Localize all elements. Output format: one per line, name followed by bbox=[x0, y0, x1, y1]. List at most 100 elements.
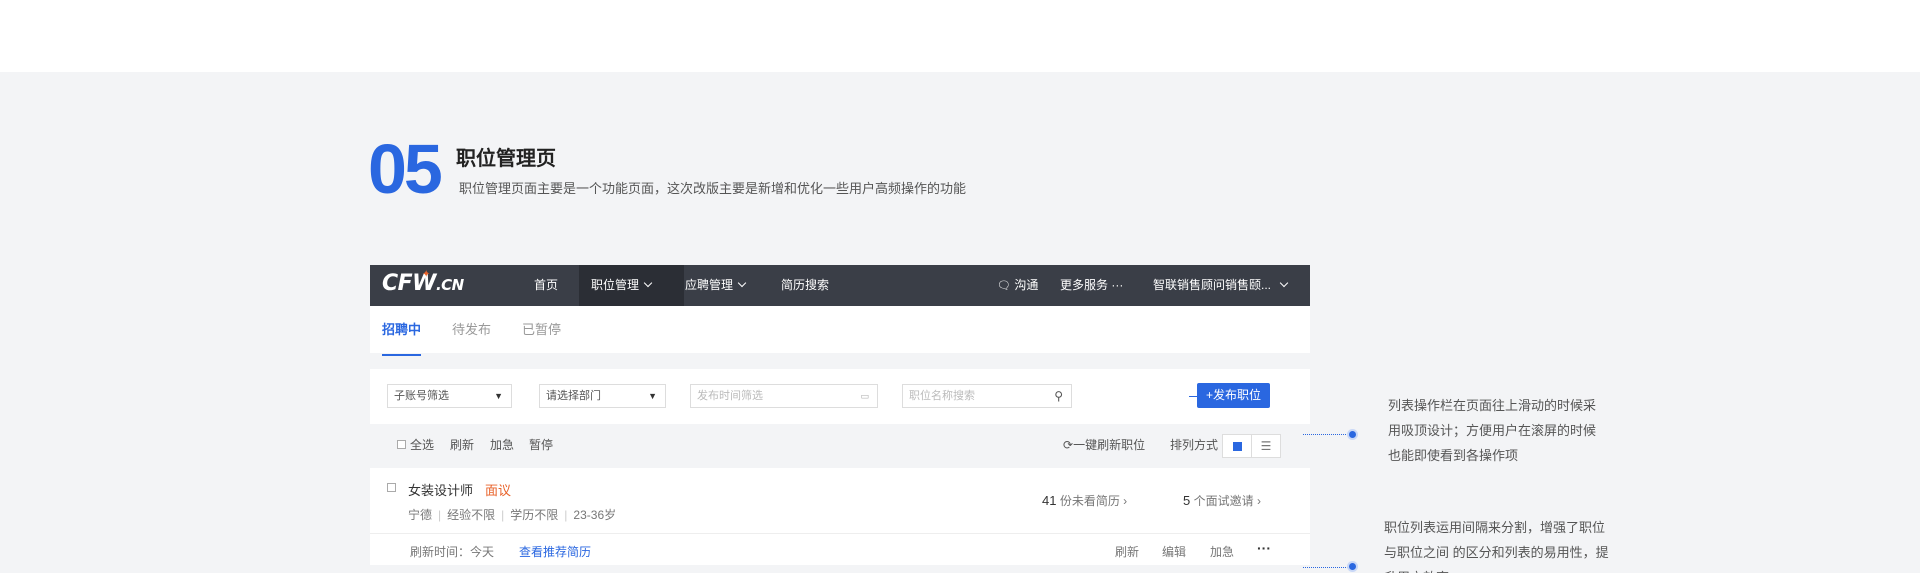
separator: | bbox=[501, 508, 505, 522]
separator: | bbox=[438, 508, 442, 522]
nav-user-menu[interactable]: 智联销售顾问销售颐... bbox=[1153, 265, 1289, 306]
job-checkbox[interactable] bbox=[387, 483, 396, 492]
search-icon[interactable]: ⚲ bbox=[1054, 385, 1063, 407]
nav-label: 首页 bbox=[534, 278, 559, 292]
list-action-bar: 全选 刷新 加急 暂停 ⟳一键刷新职位 排列方式 ☰ bbox=[370, 424, 1310, 466]
job-refresh-button[interactable]: 刷新 bbox=[1115, 543, 1139, 560]
bulk-pause-button[interactable]: 暂停 bbox=[529, 424, 553, 466]
view-recommended-link[interactable]: 查看推荐简历 bbox=[519, 543, 591, 560]
job-list-item[interactable]: 女装设计师 面议 宁德 | 经验不限 | 学历不限 | 23-36岁 41 份未看简历 › … bbox=[370, 468, 1310, 533]
top-nav: CFW.CN ✦ 首页 职位管理 应聘管理 简历搜索 🗨 沟通 更多服务 ···… bbox=[370, 265, 1310, 306]
job-search-input[interactable]: 职位名称搜索 ⚲ bbox=[902, 384, 1072, 408]
chevron-right-icon: › bbox=[1123, 494, 1128, 508]
nav-label: 应聘管理 bbox=[685, 278, 734, 292]
sort-label: 排列方式 bbox=[1170, 438, 1219, 452]
list-view-button[interactable]: ☰ bbox=[1251, 434, 1281, 458]
top-band bbox=[0, 0, 1920, 72]
caret-down-icon: ▼ bbox=[648, 391, 657, 401]
account-filter-select[interactable]: 子账号筛选 ▼ bbox=[387, 384, 512, 408]
nav-applications[interactable]: 应聘管理 bbox=[685, 265, 747, 306]
section-title: 职位管理页 bbox=[456, 148, 556, 170]
annotation-line-2 bbox=[1303, 567, 1352, 568]
job-experience: 经验不限 bbox=[447, 508, 496, 522]
calendar-icon: ▭ bbox=[860, 391, 869, 401]
note-line: 也能即使看到各操作项 bbox=[1388, 448, 1519, 463]
nav-label: 职位管理 bbox=[591, 278, 640, 292]
action-label: 全选 bbox=[410, 438, 435, 452]
refresh-icon: ⟳ bbox=[1063, 438, 1074, 452]
nav-home[interactable]: 首页 bbox=[534, 265, 558, 306]
interview-label: 个面试邀请 bbox=[1193, 494, 1254, 508]
chevron-down-icon bbox=[737, 278, 747, 288]
note-line: 列表操作栏在页面往上滑动的时候采 bbox=[1388, 398, 1597, 413]
job-age: 23-36岁 bbox=[573, 508, 617, 522]
note-line: 与职位之间 的区分和列表的易用性，提 bbox=[1384, 545, 1609, 560]
logo[interactable]: CFW.CN ✦ bbox=[382, 269, 464, 296]
job-salary: 面议 bbox=[485, 483, 512, 498]
input-placeholder: 发布时间筛选 bbox=[697, 390, 763, 402]
job-city: 宁德 bbox=[408, 508, 433, 522]
nav-job-management[interactable]: 职位管理 bbox=[579, 265, 684, 306]
job-management-mockup: CFW.CN ✦ 首页 职位管理 应聘管理 简历搜索 🗨 沟通 更多服务 ···… bbox=[370, 265, 1310, 565]
filter-bar: 子账号筛选 ▼ 请选择部门 ▼ 发布时间筛选 ▭ 职位名称搜索 ⚲ +发布职位 bbox=[370, 369, 1310, 424]
section-description: 职位管理页面主要是一个功能页面，这次改版主要是新增和优化一些用户高频操作的功能 bbox=[459, 181, 967, 196]
note-line: 用吸顶设计；方便用户在滚屏的时候 bbox=[1388, 423, 1597, 438]
job-title[interactable]: 女装设计师 bbox=[408, 480, 473, 499]
bulk-urgent-button[interactable]: 加急 bbox=[490, 424, 514, 466]
job-item-footer: 刷新时间：今天 查看推荐简历 刷新 编辑 加急 ··· bbox=[370, 533, 1310, 565]
annotation-dot-2 bbox=[1347, 561, 1358, 572]
job-urgent-button[interactable]: 加急 bbox=[1210, 543, 1234, 560]
annotation-dot-1 bbox=[1347, 429, 1358, 440]
job-edit-button[interactable]: 编辑 bbox=[1162, 543, 1186, 560]
grid-view-button[interactable] bbox=[1222, 434, 1252, 458]
unread-count: 41 bbox=[1042, 493, 1057, 508]
ellipsis-icon: ··· bbox=[1111, 278, 1124, 292]
grid-icon bbox=[1232, 442, 1242, 451]
nav-label: 沟通 bbox=[1014, 278, 1039, 292]
nav-more-services[interactable]: 更多服务 ··· bbox=[1060, 265, 1123, 306]
annotation-note-1: 列表操作栏在页面往上滑动的时候采 用吸顶设计；方便用户在滚屏的时候 也能即使看到… bbox=[1388, 393, 1596, 468]
select-value: 子账号筛选 bbox=[394, 390, 449, 402]
department-select[interactable]: 请选择部门 ▼ bbox=[539, 384, 666, 408]
date-filter-input[interactable]: 发布时间筛选 ▭ bbox=[690, 384, 878, 408]
job-meta: 宁德 | 经验不限 | 学历不限 | 23-36岁 bbox=[408, 506, 616, 523]
chevron-down-icon bbox=[1279, 278, 1289, 288]
unread-resumes-link[interactable]: 41 份未看简历 › bbox=[1042, 492, 1127, 509]
section-number: 05 bbox=[368, 130, 443, 208]
chevron-right-icon: › bbox=[1256, 494, 1261, 508]
chevron-down-icon bbox=[643, 278, 653, 288]
tab-paused[interactable]: 已暂停 bbox=[522, 306, 561, 353]
job-education: 学历不限 bbox=[510, 508, 559, 522]
refresh-all-jobs-button[interactable]: ⟳一键刷新职位 bbox=[1063, 424, 1145, 466]
input-placeholder: 职位名称搜索 bbox=[909, 390, 975, 402]
unread-label: 份未看简历 bbox=[1059, 494, 1120, 508]
publish-job-button[interactable]: +发布职位 bbox=[1197, 383, 1270, 408]
select-value: 请选择部门 bbox=[546, 390, 601, 402]
more-options-icon[interactable]: ··· bbox=[1257, 540, 1271, 556]
nav-resume-search[interactable]: 简历搜索 bbox=[781, 265, 829, 306]
logo-spark-icon: ✦ bbox=[422, 269, 430, 280]
user-name: 智联销售顾问销售颐... bbox=[1153, 278, 1272, 292]
select-all-checkbox[interactable]: 全选 bbox=[397, 424, 434, 466]
checkbox-icon bbox=[397, 440, 406, 450]
nav-label: 更多服务 bbox=[1060, 278, 1109, 292]
tab-recruiting[interactable]: 招聘中 bbox=[382, 306, 422, 356]
tab-pending[interactable]: 待发布 bbox=[452, 306, 491, 353]
list-icon: ☰ bbox=[1260, 439, 1272, 453]
note-line: 升用户效率 bbox=[1384, 565, 1609, 573]
interview-count: 5 bbox=[1183, 493, 1191, 508]
nav-chat[interactable]: 🗨 沟通 bbox=[997, 265, 1038, 306]
logo-suffix: .CN bbox=[435, 276, 464, 294]
action-label: 一键刷新职位 bbox=[1073, 438, 1146, 452]
annotation-note-2: 职位列表运用间隔来分割，增强了职位 与职位之间 的区分和列表的易用性，提 升用户… bbox=[1384, 515, 1609, 573]
separator: | bbox=[564, 508, 568, 522]
refresh-time: 刷新时间：今天 bbox=[410, 545, 495, 559]
caret-down-icon: ▼ bbox=[494, 391, 503, 401]
interview-invites-link[interactable]: 5 个面试邀请 › bbox=[1183, 492, 1261, 509]
nav-label: 简历搜索 bbox=[781, 278, 830, 292]
annotation-line-1 bbox=[1303, 434, 1352, 435]
note-line: 职位列表运用间隔来分割，增强了职位 bbox=[1384, 520, 1606, 535]
bulk-refresh-button[interactable]: 刷新 bbox=[450, 424, 474, 466]
chat-icon: 🗨 bbox=[997, 280, 1011, 292]
status-tabs: 招聘中 待发布 已暂停 bbox=[370, 306, 1310, 356]
